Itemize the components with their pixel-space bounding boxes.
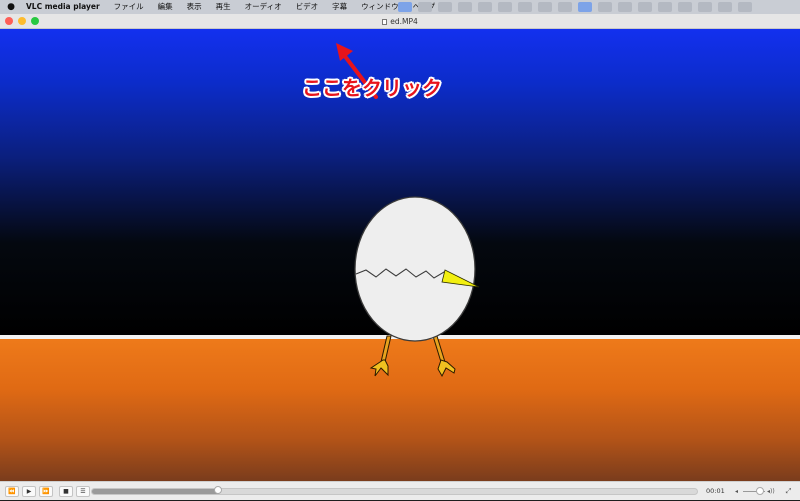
apple-logo-icon[interactable]: ●	[0, 2, 22, 12]
menu-playback[interactable]: 再生	[209, 0, 238, 14]
window-title-bar[interactable]: ed.MP4	[0, 14, 800, 29]
status-item-icon[interactable]	[558, 2, 572, 12]
status-item-icon[interactable]	[718, 2, 732, 12]
playback-controller: ⏪ ▶ ⏩ ■ ☰ 00:01 ◂ ◂)) ⤢	[0, 481, 800, 500]
playlist-button[interactable]: ☰	[76, 485, 90, 497]
status-item-icon[interactable]	[678, 2, 692, 12]
status-item-icon[interactable]	[738, 2, 752, 12]
menu-subtitle[interactable]: 字幕	[325, 0, 354, 14]
menu-view[interactable]: 表示	[180, 0, 209, 14]
window-title: ed.MP4	[390, 17, 418, 26]
volume-low-icon[interactable]: ◂	[735, 482, 738, 501]
stop-button[interactable]: ■	[59, 485, 73, 497]
menu-file[interactable]: ファイル	[107, 0, 151, 14]
menu-audio[interactable]: オーディオ	[238, 0, 289, 14]
status-item-icon[interactable]	[478, 2, 492, 12]
status-item-icon[interactable]	[618, 2, 632, 12]
video-output[interactable]: ここをクリック	[0, 29, 800, 481]
annotation-callout: ここをクリック	[302, 76, 442, 100]
menu-video[interactable]: ビデオ	[289, 0, 326, 14]
menu-app-name[interactable]: VLC media player	[22, 0, 107, 14]
volume-slider-knob[interactable]	[755, 487, 764, 495]
status-item-icon[interactable]	[398, 2, 412, 12]
status-item-icon[interactable]	[438, 2, 452, 12]
status-item-icon[interactable]	[538, 2, 552, 12]
rewind-button[interactable]: ⏪	[5, 485, 19, 497]
window-title-wrap: ed.MP4	[0, 14, 800, 29]
volume-high-icon[interactable]: ◂))	[767, 482, 775, 501]
play-button[interactable]: ▶	[22, 485, 36, 497]
status-item-icon[interactable]	[418, 2, 432, 12]
document-icon	[382, 19, 388, 25]
menu-bar: ● VLC media player ファイル 編集 表示 再生 オーディオ ビ…	[0, 0, 800, 14]
elapsed-time[interactable]: 00:01	[706, 482, 725, 501]
fast-forward-button[interactable]: ⏩	[39, 485, 53, 497]
status-item-icon[interactable]	[498, 2, 512, 12]
seek-bar-progress	[92, 489, 220, 494]
status-item-icon[interactable]	[518, 2, 532, 12]
menu-extras-tray	[398, 2, 752, 12]
menu-edit[interactable]: 編集	[151, 0, 180, 14]
status-item-icon[interactable]	[638, 2, 652, 12]
seek-bar[interactable]	[91, 488, 698, 495]
status-item-icon[interactable]	[698, 2, 712, 12]
status-item-icon[interactable]	[598, 2, 612, 12]
status-item-icon[interactable]	[458, 2, 472, 12]
fullscreen-icon[interactable]: ⤢	[783, 486, 794, 497]
status-item-icon[interactable]	[658, 2, 672, 12]
status-item-icon[interactable]	[578, 2, 592, 12]
